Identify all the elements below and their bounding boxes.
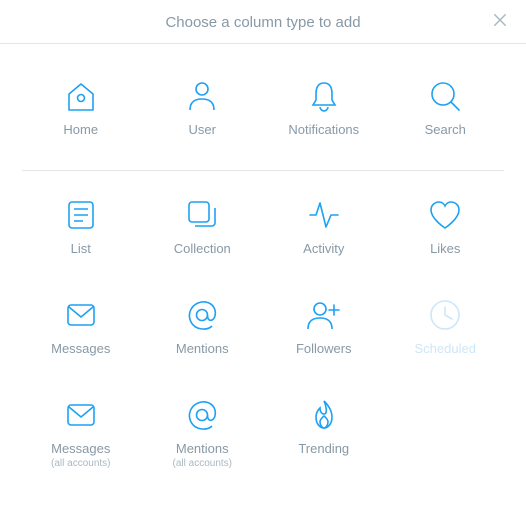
column-type-label: Search — [425, 122, 466, 138]
column-type-label: Likes — [430, 241, 460, 257]
clock-icon — [425, 295, 465, 335]
column-type-user[interactable]: User — [142, 66, 264, 166]
column-type-label: Mentions — [176, 341, 229, 357]
envelope-icon — [61, 395, 101, 435]
column-type-messages[interactable]: Messages — [20, 285, 142, 385]
flame-icon — [304, 395, 344, 435]
activity-icon — [304, 195, 344, 235]
close-button[interactable] — [488, 10, 512, 34]
column-type-sublabel: (all accounts) — [173, 458, 232, 469]
at-icon — [182, 295, 222, 335]
search-icon — [425, 76, 465, 116]
heart-icon — [425, 195, 465, 235]
user-icon — [182, 76, 222, 116]
column-type-notifications[interactable]: Notifications — [263, 66, 385, 166]
column-type-collection[interactable]: Collection — [142, 185, 264, 285]
collection-icon — [182, 195, 222, 235]
at-icon — [182, 395, 222, 435]
column-type-search[interactable]: Search — [385, 66, 507, 166]
column-type-home[interactable]: Home — [20, 66, 142, 166]
column-type-label: Mentions — [176, 441, 229, 457]
column-type-scheduled: Scheduled — [385, 285, 507, 385]
column-type-label: Messages — [51, 341, 110, 357]
column-type-sublabel: (all accounts) — [51, 458, 110, 469]
home-icon — [61, 76, 101, 116]
dialog-content: Home User Notifications Search — [0, 44, 526, 518]
column-type-likes[interactable]: Likes — [385, 185, 507, 285]
column-type-activity[interactable]: Activity — [263, 185, 385, 285]
close-icon — [491, 11, 509, 34]
column-type-followers[interactable]: Followers — [263, 285, 385, 385]
column-type-messages-all[interactable]: Messages (all accounts) — [20, 385, 142, 485]
column-type-label: List — [71, 241, 91, 257]
column-type-mentions[interactable]: Mentions — [142, 285, 264, 385]
bell-icon — [304, 76, 344, 116]
column-type-trending[interactable]: Trending — [263, 385, 385, 485]
list-icon — [61, 195, 101, 235]
column-type-label: Collection — [174, 241, 231, 257]
column-type-label: Activity — [303, 241, 344, 257]
column-type-label: User — [189, 122, 216, 138]
column-type-label: Notifications — [288, 122, 359, 138]
column-type-grid: Home User Notifications Search — [20, 66, 506, 485]
column-type-label: Followers — [296, 341, 352, 357]
envelope-icon — [61, 295, 101, 335]
followers-icon — [304, 295, 344, 335]
column-type-label: Scheduled — [415, 341, 476, 357]
dialog-header: Choose a column type to add — [0, 0, 526, 44]
column-type-label: Home — [63, 122, 98, 138]
column-type-list[interactable]: List — [20, 185, 142, 285]
column-type-label: Messages — [51, 441, 110, 457]
dialog-title: Choose a column type to add — [0, 14, 526, 31]
column-type-mentions-all[interactable]: Mentions (all accounts) — [142, 385, 264, 485]
column-type-label: Trending — [298, 441, 349, 457]
section-divider — [22, 170, 504, 171]
